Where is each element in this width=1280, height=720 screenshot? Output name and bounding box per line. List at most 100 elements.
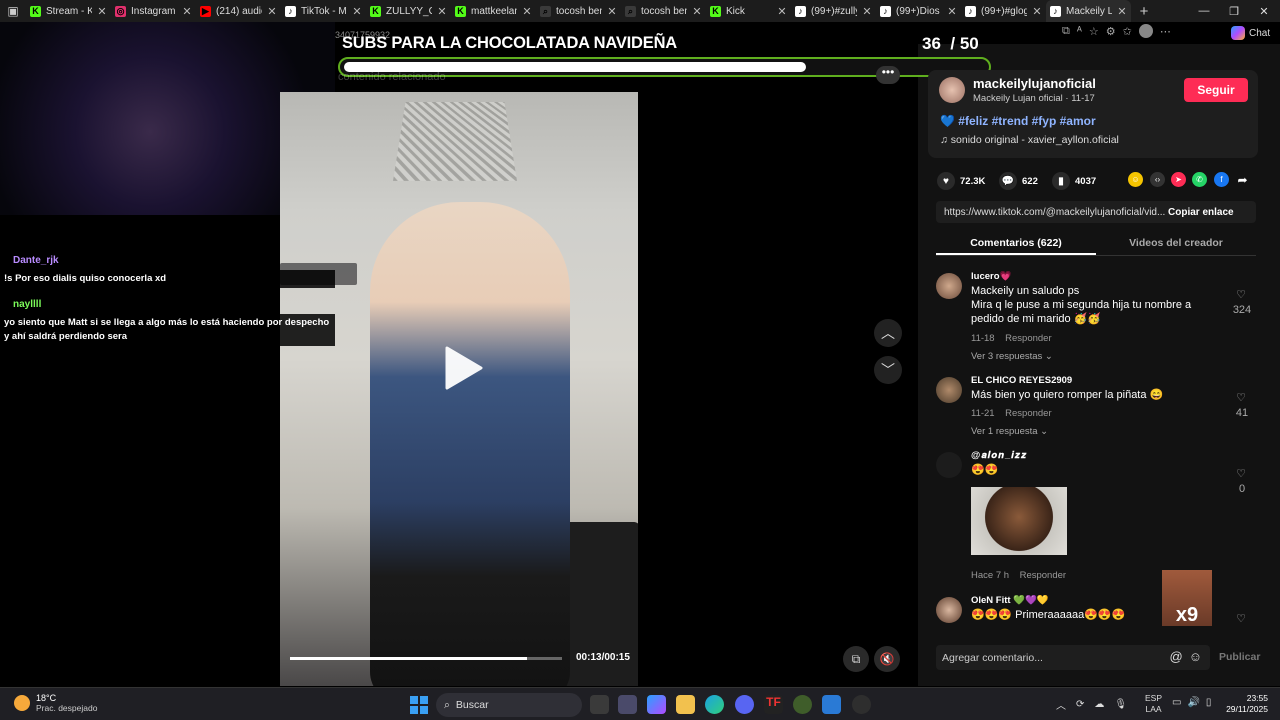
reply-link[interactable]: Responder: [1005, 408, 1051, 419]
commenter-avatar[interactable]: [936, 452, 962, 478]
previous-video-button[interactable]: ︿: [874, 319, 902, 347]
obs-icon[interactable]: [852, 695, 871, 714]
comment-like-icon[interactable]: ♡: [1232, 467, 1250, 480]
onedrive-icon[interactable]: ☁: [1094, 699, 1104, 710]
browser-tab[interactable]: ♪ TikTok - Make ✕: [281, 0, 366, 22]
file-explorer-icon[interactable]: [676, 695, 695, 714]
new-tab-button[interactable]: +: [1131, 3, 1157, 20]
tf-app-icon[interactable]: TF: [764, 695, 783, 714]
close-tab-icon[interactable]: ✕: [182, 5, 192, 18]
comment-like-icon[interactable]: ♡: [1232, 612, 1250, 625]
browser-tab[interactable]: K Stream - Kick ✕: [26, 0, 111, 22]
tray-chevron-icon[interactable]: ︿: [1056, 697, 1066, 712]
favorite-star-icon[interactable]: ☆: [1089, 25, 1099, 38]
commenter-avatar[interactable]: [936, 273, 962, 299]
open-in-app-icon[interactable]: ⧉: [1062, 25, 1070, 38]
start-button[interactable]: [410, 696, 428, 714]
browser-tab[interactable]: ⌕ tocosh bene ✕: [621, 0, 706, 22]
comment-input[interactable]: Agregar comentario... @ ☺: [936, 645, 1210, 670]
extensions-icon[interactable]: ⚙: [1106, 25, 1116, 38]
comment-like-icon[interactable]: ♡: [1232, 391, 1250, 404]
next-video-button[interactable]: ﹀: [874, 356, 902, 384]
video-progress-bar[interactable]: [290, 657, 562, 660]
tiktok-video-player[interactable]: [280, 92, 638, 686]
commenter-avatar[interactable]: [936, 377, 962, 403]
display-icon[interactable]: ▭: [1172, 697, 1181, 708]
copilot-app-icon[interactable]: [647, 695, 666, 714]
reply-link[interactable]: Responder: [1020, 570, 1066, 581]
close-tab-icon[interactable]: ✕: [862, 5, 872, 18]
minimize-icon[interactable]: —: [1188, 0, 1220, 22]
publish-button[interactable]: Publicar: [1219, 651, 1260, 663]
task-view-icon[interactable]: [590, 695, 609, 714]
browser-tab[interactable]: ⌕ tocosh bene ✕: [536, 0, 621, 22]
pip-icon[interactable]: ⧉: [843, 646, 869, 672]
share-link-url[interactable]: https://www.tiktok.com/@mackeilylujanofi…: [936, 207, 1168, 218]
edge-icon[interactable]: [705, 695, 724, 714]
more-options-button[interactable]: •••: [876, 66, 900, 84]
browser-tab[interactable]: ♪ (99+)Dios m ✕: [876, 0, 961, 22]
commenter-name[interactable]: @𝒂𝒍𝒐𝒏_𝒊𝒛𝒛: [971, 450, 1027, 461]
tab-actions-icon[interactable]: ▣: [0, 0, 26, 22]
close-tab-icon[interactable]: ✕: [437, 5, 447, 18]
like-stat[interactable]: ♥ 72.3K: [937, 172, 985, 190]
browser-tab[interactable]: Kmattkeelan ✕: [451, 0, 536, 22]
close-tab-icon[interactable]: ✕: [947, 5, 957, 18]
paint-icon[interactable]: [822, 695, 841, 714]
taskbar-search[interactable]: ⌕ Buscar: [436, 693, 582, 717]
commenter-name[interactable]: lucero💗: [971, 271, 1011, 282]
mute-icon[interactable]: 🔇: [874, 646, 900, 672]
tab-comments[interactable]: Comentarios (622): [936, 232, 1096, 255]
close-tab-icon[interactable]: ✕: [1032, 5, 1042, 18]
post-sound[interactable]: ♫ sonido original - xavier_ayllon.oficia…: [940, 134, 1119, 146]
xbox-icon[interactable]: [793, 695, 812, 714]
embed-icon[interactable]: ‹›: [1150, 172, 1165, 187]
close-tab-icon[interactable]: ✕: [352, 5, 362, 18]
battery-icon[interactable]: ▯: [1206, 697, 1212, 708]
view-replies-link[interactable]: Ver 1 respuesta ⌄: [971, 426, 1048, 437]
commenter-name[interactable]: EL CHICO REYES2909: [971, 375, 1072, 386]
copy-link-button[interactable]: Copiar enlace: [1168, 207, 1256, 218]
chat-username[interactable]: nayllll: [8, 298, 47, 311]
translate-icon[interactable]: ᴬ: [1077, 25, 1082, 37]
close-tab-icon[interactable]: ✕: [607, 5, 617, 18]
browser-tab[interactable]: ▶ (214) audio ✕: [196, 0, 281, 22]
language-indicator[interactable]: ESP LAA: [1145, 693, 1162, 715]
browser-tab[interactable]: ♪ (99+)#zully ✕: [791, 0, 876, 22]
view-replies-link[interactable]: Ver 3 respuestas ⌄: [971, 351, 1053, 362]
close-tab-icon[interactable]: ✕: [97, 5, 107, 18]
share-arrow-icon[interactable]: ➦: [1235, 172, 1250, 187]
mention-icon[interactable]: @: [1170, 649, 1183, 664]
close-tab-icon[interactable]: ✕: [522, 5, 532, 18]
send-icon[interactable]: ➤: [1171, 172, 1186, 187]
whatsapp-icon[interactable]: ✆: [1192, 172, 1207, 187]
tab-creator-videos[interactable]: Videos del creador: [1096, 232, 1256, 255]
close-tab-icon[interactable]: ✕: [267, 5, 277, 18]
close-tab-icon[interactable]: ✕: [777, 5, 787, 18]
weather-widget[interactable]: 18°C Prac. despejado: [14, 693, 97, 713]
browser-tab[interactable]: K ZULLYY_CS ✕: [366, 0, 451, 22]
profile-avatar[interactable]: [1138, 24, 1153, 38]
close-window-icon[interactable]: ✕: [1248, 0, 1280, 22]
favorites-icon[interactable]: ✩: [1123, 25, 1132, 38]
comment-like-icon[interactable]: ♡: [1232, 288, 1250, 301]
sync-icon[interactable]: ⟳: [1076, 699, 1084, 710]
save-stat[interactable]: ▮ 4037: [1052, 172, 1096, 190]
comment-stat[interactable]: 💬 622: [999, 172, 1038, 190]
menu-dots-icon[interactable]: ⋯: [1160, 25, 1171, 38]
browser-tab[interactable]: K Kick ✕: [706, 0, 791, 22]
browser-tab[interactable]: ♪ (99+)#glogl ✕: [961, 0, 1046, 22]
emoji-icon[interactable]: ☺: [1189, 649, 1202, 664]
chat-username[interactable]: Dante_rjk: [8, 254, 64, 267]
store-icon[interactable]: [618, 695, 637, 714]
emoji-share-icon[interactable]: ☺: [1128, 172, 1143, 187]
mic-icon[interactable]: 🎙: [1114, 699, 1127, 710]
post-hashtags[interactable]: 💙 #feliz #trend #fyp #amor: [940, 114, 1096, 128]
discord-icon[interactable]: [735, 695, 754, 714]
copilot-chat-button[interactable]: Chat: [1231, 26, 1270, 40]
commenter-name[interactable]: OleN Fitt 💚💜💛: [971, 595, 1049, 606]
close-tab-icon[interactable]: ✕: [1117, 5, 1127, 18]
commenter-avatar[interactable]: [936, 597, 962, 623]
clock[interactable]: 23:55 29/11/2025: [1218, 693, 1268, 715]
facebook-icon[interactable]: f: [1214, 172, 1229, 187]
